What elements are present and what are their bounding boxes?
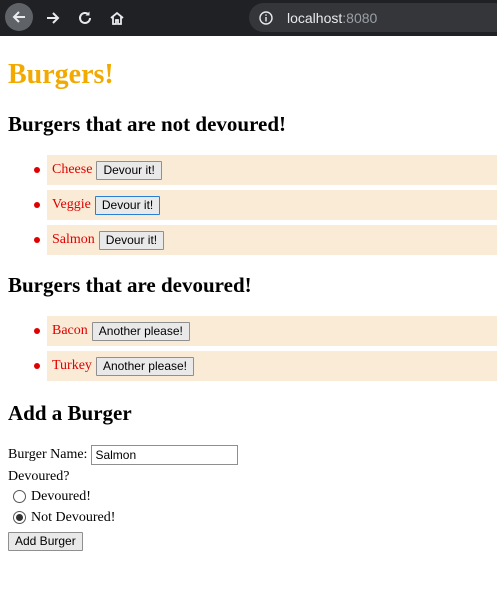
browser-toolbar: localhost:8080 (0, 0, 497, 36)
list-item: Veggie Devour it! (34, 190, 497, 220)
burger-name-input[interactable] (91, 445, 239, 465)
page-content: Burgers! Burgers that are not devoured! … (0, 60, 497, 551)
not-devoured-radio-label: Not Devoured! (31, 509, 116, 525)
page-title: Burgers! (8, 59, 114, 90)
add-burger-form: Burger Name: Devoured? Devoured! Not Dev… (8, 444, 497, 551)
devoured-radio-label: Devoured! (31, 488, 91, 504)
burger-name-label: Burger Name: (8, 447, 88, 462)
list-item: Cheese Devour it! (34, 155, 497, 185)
burger-name: Veggie (52, 197, 91, 212)
url-host: localhost (287, 9, 343, 26)
info-icon[interactable] (259, 10, 273, 25)
burger-name: Bacon (52, 323, 88, 338)
not-devoured-radio[interactable] (13, 511, 26, 524)
another-button[interactable]: Another please! (91, 321, 190, 341)
home-button[interactable] (102, 3, 132, 33)
devoured-question-label: Devoured? (8, 469, 70, 484)
devour-button[interactable]: Devour it! (98, 230, 165, 250)
devour-button[interactable]: Devour it! (94, 195, 161, 215)
devoured-heading: Burgers that are devoured! (8, 273, 252, 297)
burger-name: Cheese (52, 162, 93, 177)
forward-button[interactable] (38, 3, 68, 33)
reload-icon (79, 11, 91, 24)
devoured-option[interactable]: Devoured! (8, 486, 497, 507)
back-button[interactable] (5, 3, 33, 31)
another-button[interactable]: Another please! (95, 356, 194, 376)
devoured-radio[interactable] (13, 490, 26, 503)
arrow-left-icon (12, 11, 25, 23)
not-devoured-heading: Burgers that are not devoured! (8, 112, 287, 136)
home-icon (110, 11, 124, 25)
url-port: :8080 (342, 9, 378, 26)
arrow-right-icon (47, 12, 60, 24)
add-burger-heading: Add a Burger (8, 401, 132, 425)
address-bar[interactable]: localhost:8080 (249, 3, 497, 32)
burger-name: Salmon (52, 232, 95, 247)
burger-name: Turkey (52, 358, 92, 373)
devour-button[interactable]: Devour it! (96, 160, 162, 180)
list-item: Bacon Another please! (34, 316, 497, 346)
add-burger-button[interactable]: Add Burger (8, 532, 83, 551)
list-item: Turkey Another please! (34, 351, 497, 381)
reload-button[interactable] (70, 3, 100, 33)
url-text: localhost:8080 (287, 10, 377, 26)
list-item: Salmon Devour it! (34, 225, 497, 255)
not-devoured-list: Cheese Devour it! Veggie Devour it! Salm… (8, 155, 497, 255)
devoured-list: Bacon Another please! Turkey Another ple… (8, 316, 497, 381)
not-devoured-option[interactable]: Not Devoured! (8, 507, 497, 528)
